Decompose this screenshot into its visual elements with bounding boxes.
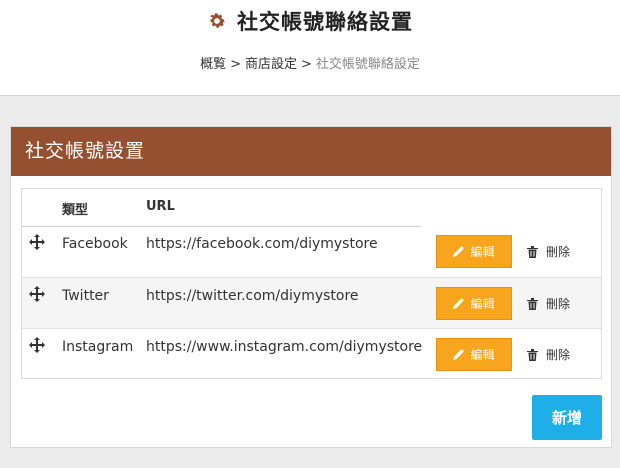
page-title: 社交帳號聯絡設置: [237, 10, 413, 34]
breadcrumb-overview[interactable]: 概覧: [200, 57, 226, 72]
breadcrumb: 概覧 > 商店設定 > 社交帳號聯絡設定: [0, 53, 620, 72]
panel-title: 社交帳號設置: [11, 127, 611, 176]
breadcrumb-store-settings[interactable]: 商店設定: [245, 57, 297, 72]
drag-handle-icon[interactable]: [29, 234, 45, 250]
table-header: 類型 URL: [22, 189, 421, 227]
row-url: https://facebook.com/diymystore: [146, 236, 378, 252]
add-button[interactable]: 新增: [532, 395, 602, 440]
drag-handle-icon[interactable]: [29, 286, 45, 302]
trash-icon: [527, 348, 538, 361]
row-type: Facebook: [62, 236, 128, 252]
column-header-url: URL: [146, 199, 175, 214]
table-row: Twitter https://twitter.com/diymystore 編…: [22, 277, 601, 328]
edit-button-label: 編輯: [470, 245, 495, 259]
delete-button-label: 刪除: [546, 297, 571, 311]
drag-handle-icon[interactable]: [29, 337, 45, 353]
pencil-icon: [453, 349, 465, 360]
trash-icon: [527, 245, 538, 258]
social-accounts-table: 類型 URL Facebook https://facebook.com/diy…: [21, 188, 602, 379]
row-type: Twitter: [62, 288, 109, 304]
edit-button-label: 編輯: [470, 297, 495, 311]
edit-button[interactable]: 編輯: [436, 287, 512, 320]
pencil-icon: [453, 298, 465, 309]
row-url: https://www.instagram.com/diymystore: [146, 339, 423, 355]
breadcrumb-separator: >: [301, 57, 312, 72]
edit-button-label: 編輯: [470, 348, 495, 362]
delete-button[interactable]: 刪除: [527, 287, 570, 320]
delete-button[interactable]: 刪除: [527, 235, 570, 268]
table-row: Facebook https://facebook.com/diymystore…: [22, 226, 601, 277]
breadcrumb-separator: >: [230, 57, 241, 72]
delete-button[interactable]: 刪除: [527, 338, 570, 371]
delete-button-label: 刪除: [546, 348, 571, 362]
page-header: 社交帳號聯絡設置 概覧 > 商店設定 > 社交帳號聯絡設定: [0, 0, 620, 96]
breadcrumb-current: 社交帳號聯絡設定: [315, 57, 420, 72]
delete-button-label: 刪除: [546, 245, 571, 259]
column-header-type: 類型: [62, 203, 89, 218]
trash-icon: [527, 297, 538, 310]
row-url: https://twitter.com/diymystore: [146, 288, 359, 304]
title-row: 社交帳號聯絡設置: [0, 6, 620, 36]
gear-icon: [210, 13, 225, 28]
social-accounts-panel: 社交帳號設置 類型 URL Facebook https://facebook.…: [10, 126, 612, 448]
edit-button[interactable]: 編輯: [436, 235, 512, 268]
table-row: Instagram https://www.instagram.com/diym…: [22, 328, 601, 379]
row-type: Instagram: [62, 339, 134, 355]
edit-button[interactable]: 編輯: [436, 338, 512, 371]
pencil-icon: [453, 246, 465, 257]
